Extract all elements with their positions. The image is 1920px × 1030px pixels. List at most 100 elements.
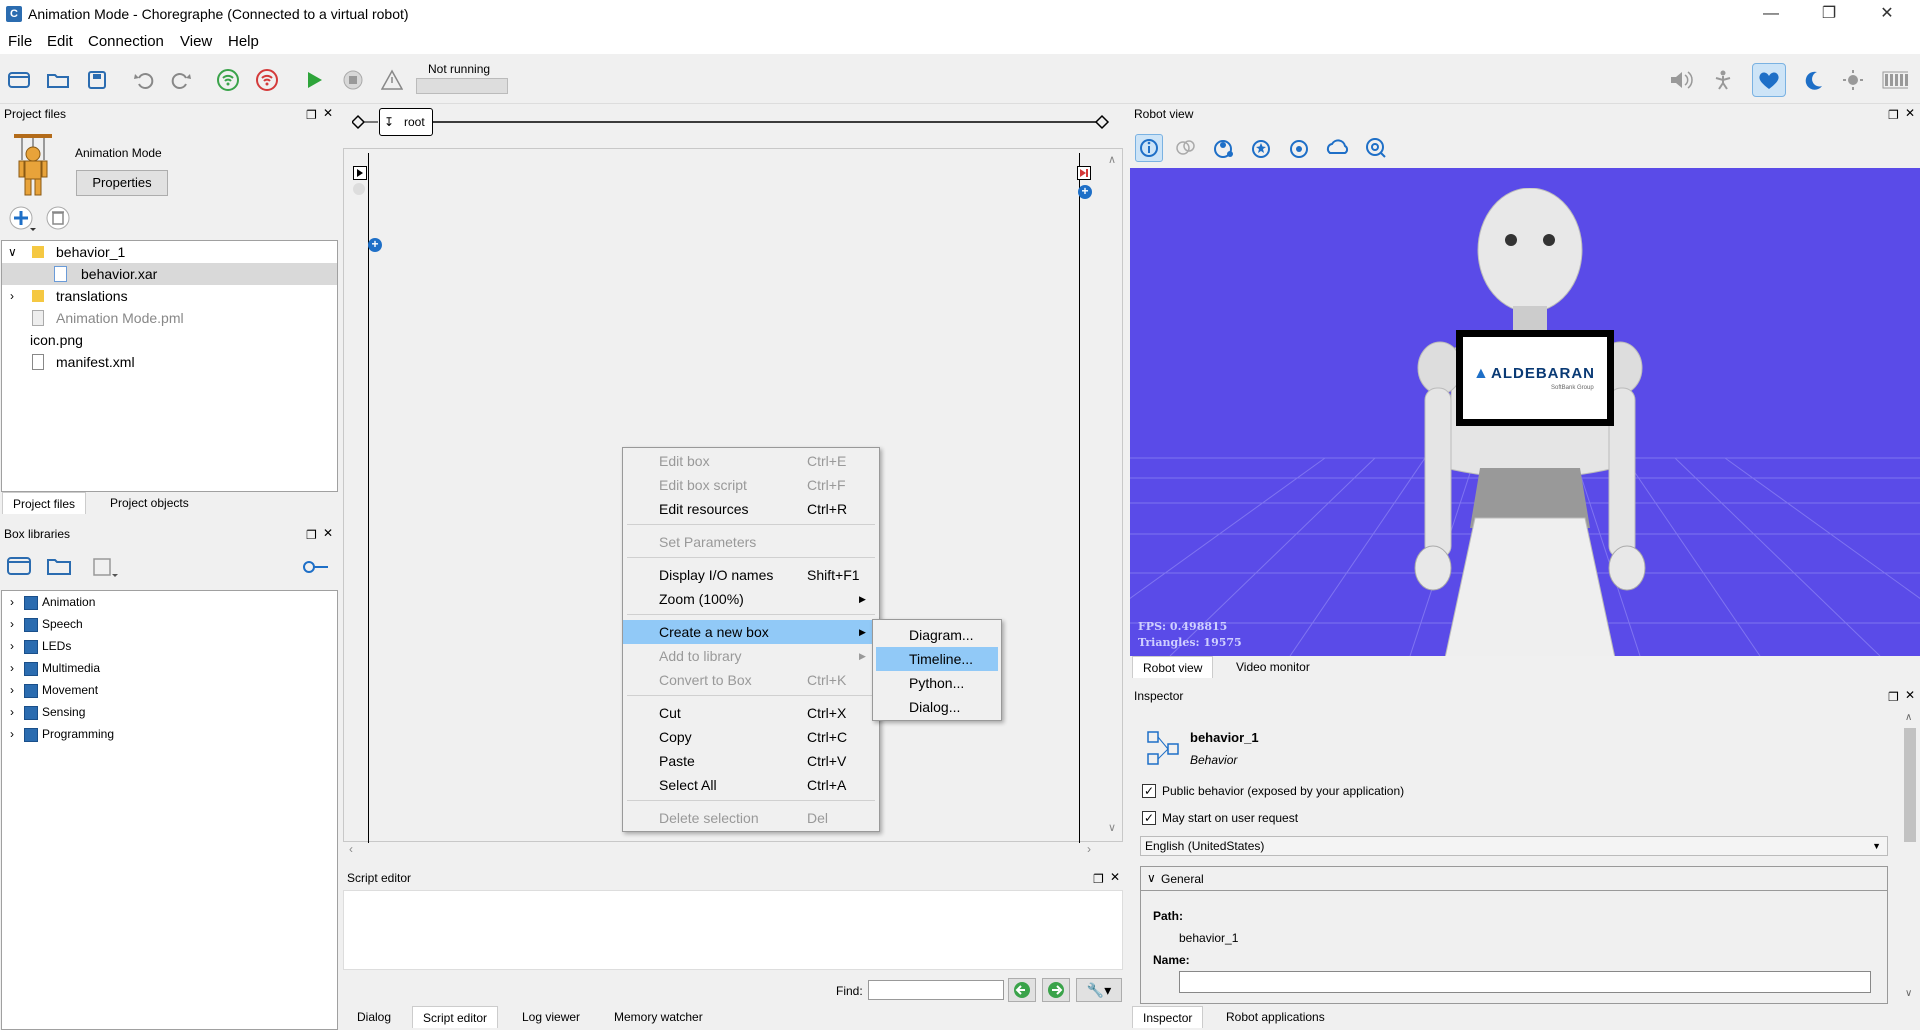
view-cloud-icon[interactable]: [1324, 134, 1352, 162]
menu-file[interactable]: File: [8, 33, 32, 50]
scroll-right-icon[interactable]: ›: [1087, 842, 1091, 856]
menu-item-add-to-library[interactable]: Add to library ▶: [623, 644, 879, 668]
volume-icon[interactable]: [1668, 67, 1694, 93]
tree-row-manifest[interactable]: manifest.xml: [2, 351, 337, 373]
library-item-movement[interactable]: › Movement: [2, 679, 98, 701]
tree-row-pml[interactable]: Animation Mode.pml: [2, 307, 337, 329]
menu-item-set-parameters[interactable]: Set Parameters: [623, 530, 879, 554]
scroll-up-icon[interactable]: ∧: [1905, 712, 1912, 723]
tree-row-behavior-folder[interactable]: ∨ behavior_1: [2, 241, 337, 263]
menu-edit[interactable]: Edit: [47, 33, 73, 50]
float-panel-icon[interactable]: ❐: [1888, 108, 1899, 122]
onstopped-output-icon[interactable]: [1077, 166, 1091, 180]
tab-dialog[interactable]: Dialog: [347, 1006, 401, 1028]
scroll-left-icon[interactable]: ‹: [349, 842, 353, 856]
save-library-icon[interactable]: [92, 558, 118, 581]
vertical-scrollbar[interactable]: ∧ ∨: [1104, 153, 1122, 839]
menu-item-edit-resources[interactable]: Edit resources Ctrl+R: [623, 497, 879, 521]
expand-chevron-icon[interactable]: ∨: [8, 241, 17, 263]
find-previous-button[interactable]: [1008, 978, 1036, 1002]
disconnect-icon[interactable]: [254, 67, 280, 93]
menu-connection[interactable]: Connection: [88, 33, 164, 50]
close-panel-icon[interactable]: ✕: [323, 526, 333, 540]
menu-view[interactable]: View: [180, 33, 212, 50]
expand-chevron-icon[interactable]: ›: [10, 617, 14, 631]
submenu-item-timeline[interactable]: Timeline...: [876, 647, 998, 671]
tab-inspector[interactable]: Inspector: [1132, 1006, 1204, 1028]
rest-icon[interactable]: [1800, 67, 1826, 93]
delete-file-icon[interactable]: [46, 206, 70, 233]
redo-icon[interactable]: [168, 67, 194, 93]
undo-icon[interactable]: [131, 67, 157, 93]
view-robot-icon[interactable]: [1210, 134, 1238, 162]
wrench-icon[interactable]: 🔧▾: [1076, 978, 1122, 1002]
expand-chevron-icon[interactable]: ›: [10, 661, 14, 675]
properties-button[interactable]: Properties: [76, 170, 168, 196]
float-panel-icon[interactable]: ❐: [1093, 872, 1104, 886]
library-item-animation[interactable]: › Animation: [2, 591, 95, 613]
new-project-icon[interactable]: [6, 67, 32, 93]
tab-robot-view[interactable]: Robot view: [1132, 656, 1214, 678]
maximize-button[interactable]: ❐: [1806, 0, 1852, 28]
tab-script-editor[interactable]: Script editor: [412, 1006, 499, 1028]
scroll-down-icon[interactable]: ∨: [1905, 988, 1912, 999]
minimize-button[interactable]: —: [1748, 0, 1794, 28]
submenu-item-diagram[interactable]: Diagram...: [873, 623, 1001, 647]
tab-memory-watcher[interactable]: Memory watcher: [604, 1006, 713, 1028]
tab-video-monitor[interactable]: Video monitor: [1226, 656, 1320, 678]
tree-row-behavior-xar[interactable]: behavior.xar: [2, 263, 337, 285]
root-crumb[interactable]: ↧ root: [379, 108, 433, 136]
stop-icon[interactable]: [340, 67, 366, 93]
search-library-icon[interactable]: [302, 558, 330, 579]
tab-project-objects[interactable]: Project objects: [100, 492, 199, 514]
add-input-icon[interactable]: +: [368, 238, 382, 252]
close-panel-icon[interactable]: ✕: [323, 106, 333, 120]
onstart-input-icon[interactable]: [353, 166, 367, 180]
expand-chevron-icon[interactable]: ›: [10, 683, 14, 697]
inspector-scrollbar[interactable]: ∧ ∨: [1902, 712, 1918, 1004]
public-behavior-checkbox[interactable]: ✓: [1142, 784, 1156, 798]
collapse-chevron-icon[interactable]: ∨: [1147, 871, 1156, 885]
expand-chevron-icon[interactable]: ›: [10, 595, 14, 609]
general-header[interactable]: ∨ General: [1141, 867, 1887, 891]
horizontal-scrollbar[interactable]: ‹ ›: [343, 842, 1123, 860]
library-item-sensing[interactable]: › Sensing: [2, 701, 85, 723]
expand-chevron-icon[interactable]: ›: [10, 727, 14, 741]
menu-item-cut[interactable]: Cut Ctrl+X: [623, 701, 879, 725]
find-next-button[interactable]: [1042, 978, 1070, 1002]
name-field[interactable]: [1179, 971, 1871, 993]
add-output-icon[interactable]: +: [1078, 185, 1092, 199]
tab-log-viewer[interactable]: Log viewer: [512, 1006, 590, 1028]
menu-item-convert-to-box[interactable]: Convert to Box Ctrl+K: [623, 668, 879, 692]
menu-item-zoom[interactable]: Zoom (100%) ▶: [623, 587, 879, 611]
close-panel-icon[interactable]: ✕: [1905, 106, 1915, 120]
onstop-input-icon[interactable]: [353, 183, 365, 195]
new-library-icon[interactable]: [6, 556, 32, 579]
scroll-down-icon[interactable]: ∨: [1108, 821, 1116, 834]
expand-chevron-icon[interactable]: ›: [10, 705, 14, 719]
library-item-leds[interactable]: › LEDs: [2, 635, 71, 657]
expand-chevron-icon[interactable]: ›: [10, 639, 14, 653]
menu-item-edit-box[interactable]: Edit box Ctrl+E: [623, 449, 879, 473]
float-panel-icon[interactable]: ❐: [1888, 690, 1899, 704]
save-project-icon[interactable]: [84, 67, 110, 93]
warning-icon[interactable]: [379, 67, 405, 93]
library-item-speech[interactable]: › Speech: [2, 613, 83, 635]
float-panel-icon[interactable]: ❐: [306, 528, 317, 542]
menu-item-copy[interactable]: Copy Ctrl+C: [623, 725, 879, 749]
view-selection-icon[interactable]: [1248, 134, 1276, 162]
script-editor-area[interactable]: [343, 890, 1123, 970]
user-request-checkbox[interactable]: ✓: [1142, 811, 1156, 825]
tab-project-files[interactable]: Project files: [2, 492, 87, 514]
tab-robot-applications[interactable]: Robot applications: [1216, 1006, 1335, 1028]
menu-item-paste[interactable]: Paste Ctrl+V: [623, 749, 879, 773]
menu-help[interactable]: Help: [228, 33, 259, 50]
find-input[interactable]: [868, 980, 1004, 1000]
open-project-icon[interactable]: [45, 67, 71, 93]
library-item-programming[interactable]: › Programming: [2, 723, 114, 745]
menu-item-delete-selection[interactable]: Delete selection Del: [623, 806, 879, 830]
menu-item-create-new-box[interactable]: Create a new box ▶: [623, 620, 879, 644]
scroll-up-icon[interactable]: ∧: [1108, 153, 1116, 166]
close-button[interactable]: ✕: [1864, 0, 1910, 28]
play-icon[interactable]: [301, 67, 327, 93]
